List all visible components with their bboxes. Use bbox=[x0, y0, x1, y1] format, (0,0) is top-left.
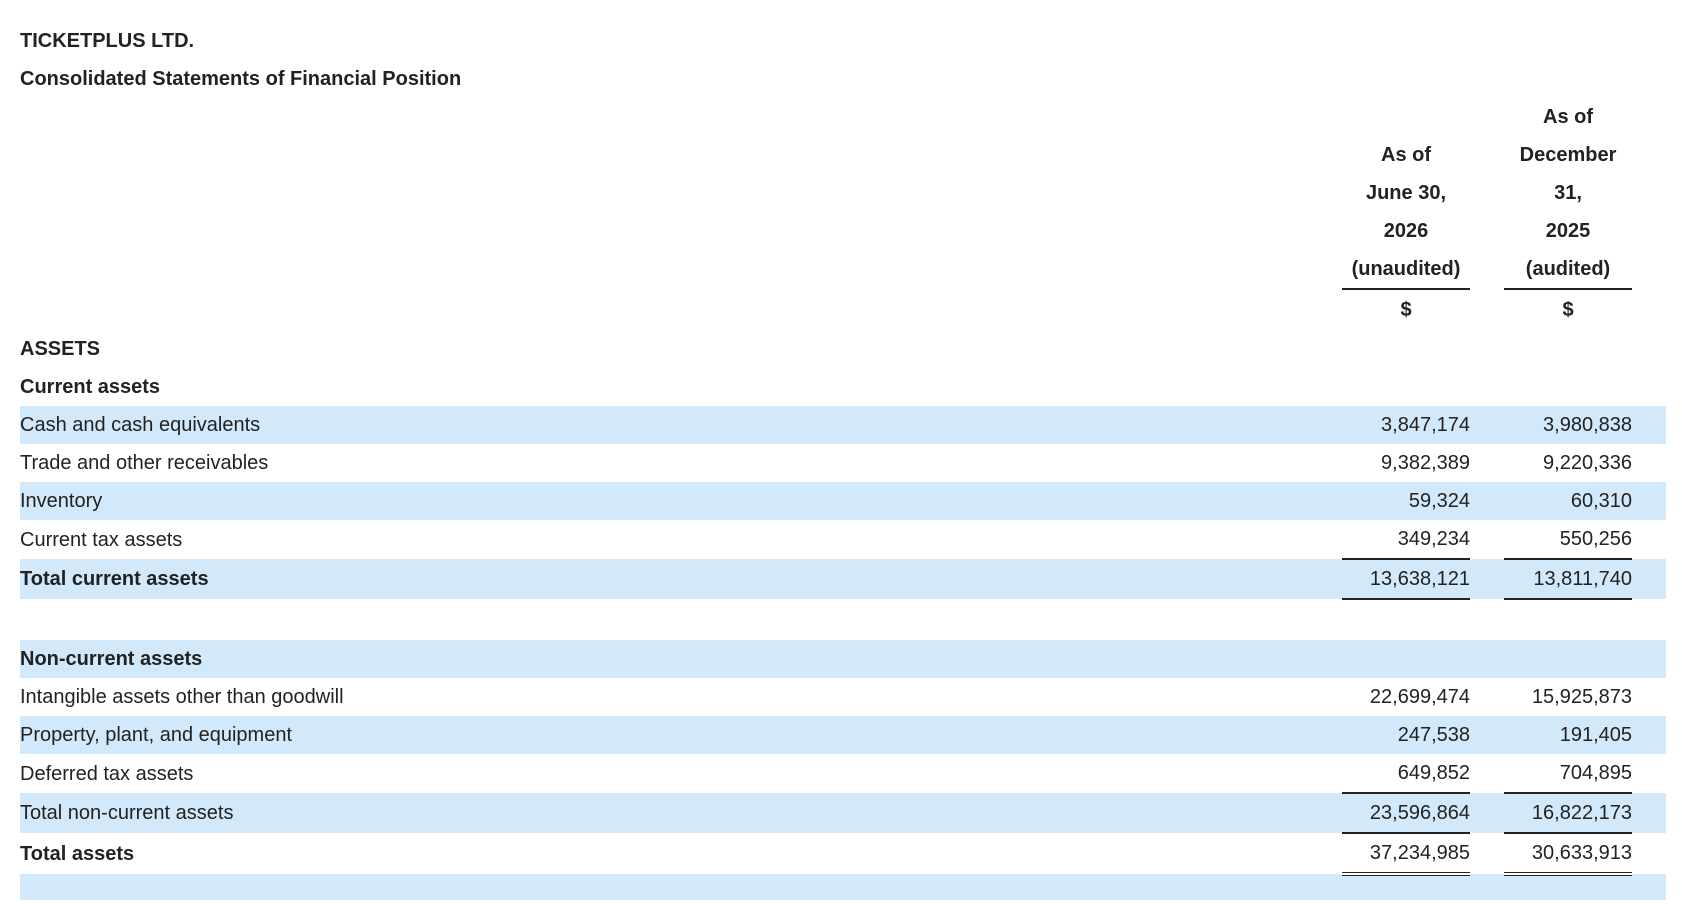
table-row: Property, plant, and equipment 247,538 1… bbox=[20, 716, 1666, 754]
value-2025: 13,811,740 bbox=[1504, 559, 1632, 600]
column-header-dec-2025: December bbox=[1519, 144, 1617, 166]
value-2025: 16,822,173 bbox=[1504, 793, 1632, 834]
table-row: Cash and cash equivalents 3,847,174 3,98… bbox=[20, 406, 1666, 444]
value-2025: 3,980,838 bbox=[1504, 406, 1632, 444]
column-header-jun-2026: June 30, bbox=[1365, 182, 1447, 204]
value-2025: 191,405 bbox=[1504, 716, 1632, 754]
table-row: Intangible assets other than goodwill 22… bbox=[20, 678, 1666, 716]
row-label: Inventory bbox=[20, 482, 1342, 520]
column-header-row: As of December bbox=[20, 136, 1666, 174]
column-header-dec-2025: 31, bbox=[1554, 182, 1582, 204]
value-2026: 59,324 bbox=[1342, 482, 1470, 520]
total-row: Total non-current assets 23,596,864 16,8… bbox=[20, 793, 1666, 834]
company-name: TICKETPLUS LTD. bbox=[20, 30, 195, 52]
table-row: Current tax assets 349,234 550,256 bbox=[20, 520, 1666, 560]
row-label: Trade and other receivables bbox=[20, 452, 269, 474]
value-2025: 15,925,873 bbox=[1531, 686, 1632, 708]
column-header-row: (unaudited) (audited) bbox=[20, 250, 1666, 290]
value-2025: 550,256 bbox=[1504, 520, 1632, 560]
column-header-jun-2026: (unaudited) bbox=[1342, 250, 1470, 290]
value-2025: 9,220,336 bbox=[1543, 452, 1632, 474]
current-assets-heading: Current assets bbox=[20, 376, 161, 398]
financial-statement-page: TICKETPLUS LTD. Consolidated Statements … bbox=[0, 0, 1682, 904]
column-header-jun-2026: As of bbox=[1381, 144, 1431, 166]
spacer-row bbox=[20, 599, 1666, 640]
row-label: Property, plant, and equipment bbox=[20, 716, 1342, 754]
statement-title: Consolidated Statements of Financial Pos… bbox=[20, 68, 462, 90]
section-heading-row: Non-current assets bbox=[20, 640, 1666, 678]
value-2026: 3,847,174 bbox=[1342, 406, 1470, 444]
value-2026: 649,852 bbox=[1342, 754, 1470, 794]
row-label: Total current assets bbox=[20, 559, 1342, 599]
value-2026: 349,234 bbox=[1342, 520, 1470, 560]
currency-symbol: $ bbox=[1400, 299, 1412, 321]
table-row: Inventory 59,324 60,310 bbox=[20, 482, 1666, 520]
value-2026: 247,538 bbox=[1342, 716, 1470, 754]
column-header-row: As of bbox=[20, 98, 1666, 136]
row-label: Total non-current assets bbox=[20, 793, 1342, 833]
table-row: Trade and other receivables 9,382,389 9,… bbox=[20, 444, 1666, 482]
currency-symbol: $ bbox=[1562, 299, 1574, 321]
value-2026: 9,382,389 bbox=[1381, 452, 1470, 474]
column-header-row: 2026 2025 bbox=[20, 212, 1666, 250]
row-label: Deferred tax assets bbox=[20, 762, 194, 785]
grand-total-row: Total assets 37,234,985 30,633,913 bbox=[20, 833, 1666, 876]
value-2025: 30,633,913 bbox=[1504, 833, 1632, 876]
table-row: Deferred tax assets 649,852 704,895 bbox=[20, 754, 1666, 794]
table-row-partial bbox=[20, 874, 1666, 900]
value-2026: 22,699,474 bbox=[1369, 686, 1470, 708]
row-label: Intangible assets other than goodwill bbox=[20, 686, 344, 708]
column-header-jun-2026: 2026 bbox=[1383, 220, 1429, 242]
currency-row: $ $ bbox=[20, 289, 1666, 330]
value-2026: 13,638,121 bbox=[1342, 559, 1470, 600]
section-heading-row: Current assets bbox=[20, 368, 1666, 406]
value-2026: 37,234,985 bbox=[1342, 833, 1470, 876]
noncurrent-assets-heading: Non-current assets bbox=[20, 640, 1342, 678]
row-label: Total assets bbox=[20, 842, 135, 865]
value-2025: 704,895 bbox=[1504, 754, 1632, 794]
row-label: Cash and cash equivalents bbox=[20, 406, 1342, 444]
section-heading-row: ASSETS bbox=[20, 330, 1666, 368]
column-header-dec-2025: (audited) bbox=[1504, 250, 1632, 290]
row-label: Current tax assets bbox=[20, 528, 183, 551]
column-header-dec-2025: 2025 bbox=[1545, 220, 1591, 242]
value-2026: 23,596,864 bbox=[1342, 793, 1470, 834]
column-header-row: June 30, 31, bbox=[20, 174, 1666, 212]
total-row: Total current assets 13,638,121 13,811,7… bbox=[20, 559, 1666, 600]
value-2025: 60,310 bbox=[1504, 482, 1632, 520]
assets-heading: ASSETS bbox=[20, 338, 101, 360]
financial-position-table: As of As of December June 30, 31, 2026 2… bbox=[20, 98, 1666, 900]
column-header-dec-2025: As of bbox=[1543, 106, 1593, 128]
